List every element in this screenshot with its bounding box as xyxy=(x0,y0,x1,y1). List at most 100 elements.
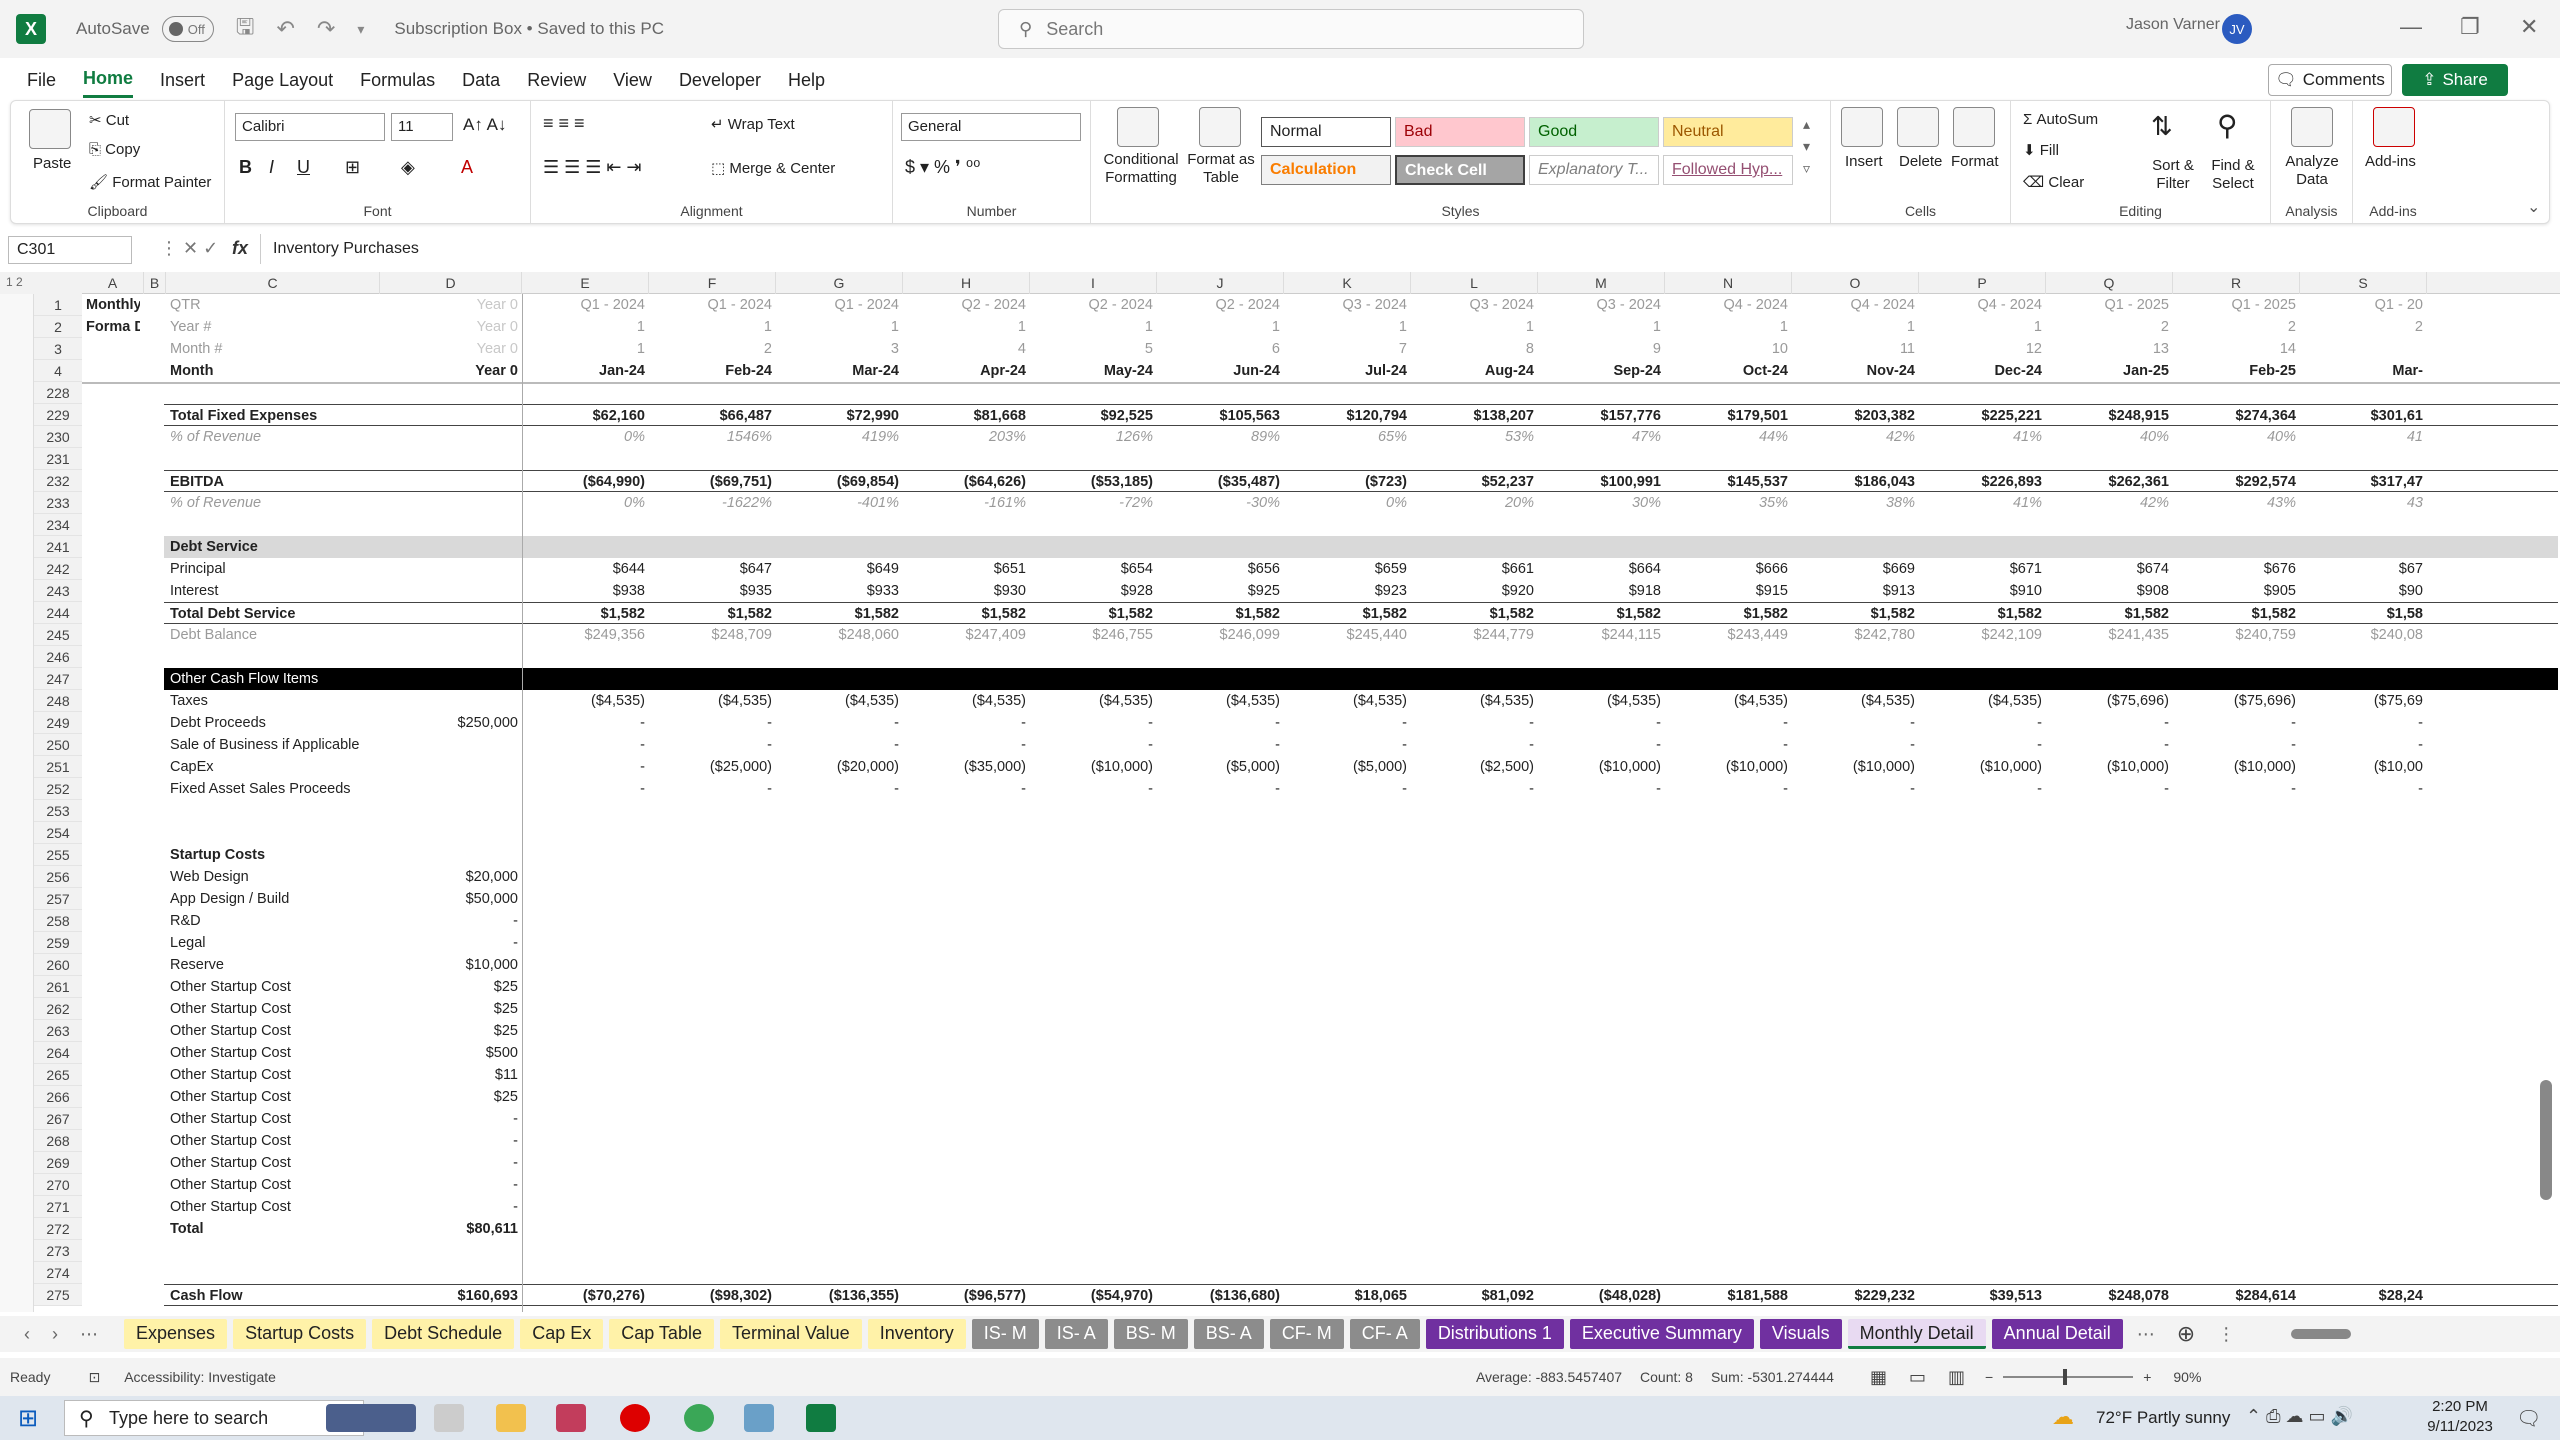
column-header-p[interactable]: P xyxy=(1919,272,2046,294)
row-header[interactable]: 228 xyxy=(34,382,82,404)
cell-e249[interactable]: - xyxy=(526,712,645,734)
cell-n232[interactable]: $145,537 xyxy=(1669,471,1788,493)
cell-d275[interactable]: $160,693 xyxy=(384,1285,518,1307)
cell-j248[interactable]: ($4,535) xyxy=(1161,690,1280,712)
cell-q275[interactable]: $248,078 xyxy=(2050,1285,2169,1307)
insert-function-icon[interactable]: fx xyxy=(232,238,248,259)
menu-data[interactable]: Data xyxy=(462,64,500,97)
font-color-icon[interactable]: A xyxy=(461,157,473,178)
cell-g230[interactable]: 419% xyxy=(780,426,899,448)
cell-a2[interactable]: Forma Detail xyxy=(86,316,140,338)
cell-m251[interactable]: ($10,000) xyxy=(1542,756,1661,778)
cell-f245[interactable]: $248,709 xyxy=(653,624,772,646)
row-header[interactable]: 248 xyxy=(34,690,82,712)
cell-m232[interactable]: $100,991 xyxy=(1542,471,1661,493)
cell-c230[interactable]: % of Revenue xyxy=(170,426,376,448)
cell-n230[interactable]: 44% xyxy=(1669,426,1788,448)
excel-taskbar-icon[interactable] xyxy=(806,1404,836,1432)
cell-h252[interactable]: - xyxy=(907,778,1026,800)
cell-g1[interactable]: Q1 - 2024 xyxy=(780,294,900,316)
cell-g251[interactable]: ($20,000) xyxy=(780,756,899,778)
cell-n2[interactable]: 1 xyxy=(1669,316,1788,338)
cell-g233[interactable]: -401% xyxy=(780,492,899,514)
cell-i251[interactable]: ($10,000) xyxy=(1034,756,1153,778)
taskbar-search[interactable]: ⚲ Type here to search xyxy=(64,1400,364,1436)
style-explanatory[interactable]: Explanatory T... xyxy=(1529,155,1659,185)
cell-f242[interactable]: $647 xyxy=(653,558,772,580)
undo-icon[interactable]: ↶ xyxy=(276,16,294,42)
cell-c250[interactable]: Sale of Business if Applicable xyxy=(170,734,376,756)
sheet-tab-cap-ex[interactable]: Cap Ex xyxy=(520,1319,604,1349)
column-header-e[interactable]: E xyxy=(522,272,649,294)
cell-h3[interactable]: 4 xyxy=(907,338,1026,360)
cell-m2[interactable]: 1 xyxy=(1542,316,1661,338)
cell-m3[interactable]: 9 xyxy=(1542,338,1661,360)
document-title[interactable]: Subscription Box • Saved to this PC xyxy=(394,19,664,39)
cell-p1[interactable]: Q4 - 2024 xyxy=(1923,294,2043,316)
cell-i275[interactable]: ($54,970) xyxy=(1034,1285,1153,1307)
column-header-m[interactable]: M xyxy=(1538,272,1665,294)
cell-o242[interactable]: $669 xyxy=(1796,558,1915,580)
cell-s245[interactable]: $240,08 xyxy=(2304,624,2423,646)
conditional-formatting-icon[interactable] xyxy=(1117,107,1159,147)
chrome-icon[interactable] xyxy=(684,1404,714,1432)
cell-s275[interactable]: $28,24 xyxy=(2304,1285,2423,1307)
cell-i249[interactable]: - xyxy=(1034,712,1153,734)
cell-n242[interactable]: $666 xyxy=(1669,558,1788,580)
cell-d262[interactable]: $25 xyxy=(384,998,518,1020)
cell-h230[interactable]: 203% xyxy=(907,426,1026,448)
cell-d2[interactable]: Year 0 xyxy=(384,316,518,338)
cell-p232[interactable]: $226,893 xyxy=(1923,471,2042,493)
save-icon[interactable]: 🖫 xyxy=(236,10,255,48)
row-header[interactable]: 271 xyxy=(34,1196,82,1218)
cell-c259[interactable]: Legal xyxy=(170,932,376,954)
page-break-icon[interactable]: ▥ xyxy=(1948,1367,1965,1388)
cell-c270[interactable]: Other Startup Cost xyxy=(170,1174,376,1196)
cell-g252[interactable]: - xyxy=(780,778,899,800)
cell-l1[interactable]: Q3 - 2024 xyxy=(1415,294,1535,316)
align-top-icon[interactable]: ≡ ≡ ≡ xyxy=(543,113,585,134)
cell-l252[interactable]: - xyxy=(1415,778,1534,800)
align-left-icon[interactable]: ☰ ☰ ☰ ⇤ ⇥ xyxy=(543,157,642,178)
cell-k242[interactable]: $659 xyxy=(1288,558,1407,580)
cell-o1[interactable]: Q4 - 2024 xyxy=(1796,294,1916,316)
column-header-c[interactable]: C xyxy=(166,272,380,294)
column-header-k[interactable]: K xyxy=(1284,272,1411,294)
cell-m245[interactable]: $244,115 xyxy=(1542,624,1661,646)
cell-s4[interactable]: Mar- xyxy=(2304,360,2423,382)
accessibility-status[interactable]: Accessibility: Investigate xyxy=(124,1369,276,1385)
cell-p229[interactable]: $225,221 xyxy=(1923,405,2042,427)
style-bad[interactable]: Bad xyxy=(1395,117,1525,147)
task-view-icon[interactable] xyxy=(434,1404,464,1432)
cell-q3[interactable]: 13 xyxy=(2050,338,2169,360)
cell-r229[interactable]: $274,364 xyxy=(2177,405,2296,427)
cell-c269[interactable]: Other Startup Cost xyxy=(170,1152,376,1174)
cell-q244[interactable]: $1,582 xyxy=(2050,603,2169,625)
row-header[interactable]: 268 xyxy=(34,1130,82,1152)
cell-j230[interactable]: 89% xyxy=(1161,426,1280,448)
cell-k244[interactable]: $1,582 xyxy=(1288,603,1407,625)
cell-c263[interactable]: Other Startup Cost xyxy=(170,1020,376,1042)
format-painter-button[interactable]: 🖌 Format Painter xyxy=(89,173,211,191)
cell-f250[interactable]: - xyxy=(653,734,772,756)
menu-developer[interactable]: Developer xyxy=(679,64,761,97)
cell-c275[interactable]: Cash Flow xyxy=(170,1285,376,1307)
cell-p251[interactable]: ($10,000) xyxy=(1923,756,2042,778)
delete-cells-button[interactable]: Delete xyxy=(1899,153,1942,170)
font-size-select[interactable]: 11 xyxy=(391,113,453,141)
cell-i248[interactable]: ($4,535) xyxy=(1034,690,1153,712)
column-header-f[interactable]: F xyxy=(649,272,776,294)
cell-j244[interactable]: $1,582 xyxy=(1161,603,1280,625)
tab-next-icon[interactable]: › xyxy=(52,1324,58,1345)
cell-e229[interactable]: $62,160 xyxy=(526,405,645,427)
addins-button[interactable]: Add-ins xyxy=(2365,153,2416,170)
style-good[interactable]: Good xyxy=(1529,117,1659,147)
cell-r244[interactable]: $1,582 xyxy=(2177,603,2296,625)
cell-d272[interactable]: $80,611 xyxy=(384,1218,518,1240)
cell-p275[interactable]: $39,513 xyxy=(1923,1285,2042,1307)
cell-n249[interactable]: - xyxy=(1669,712,1788,734)
format-as-table-button[interactable]: Format as Table xyxy=(1185,151,1257,187)
sheet-tab-cf-m[interactable]: CF- M xyxy=(1269,1319,1344,1349)
column-header-n[interactable]: N xyxy=(1665,272,1792,294)
autosum-button[interactable]: Σ AutoSum xyxy=(2023,111,2098,128)
